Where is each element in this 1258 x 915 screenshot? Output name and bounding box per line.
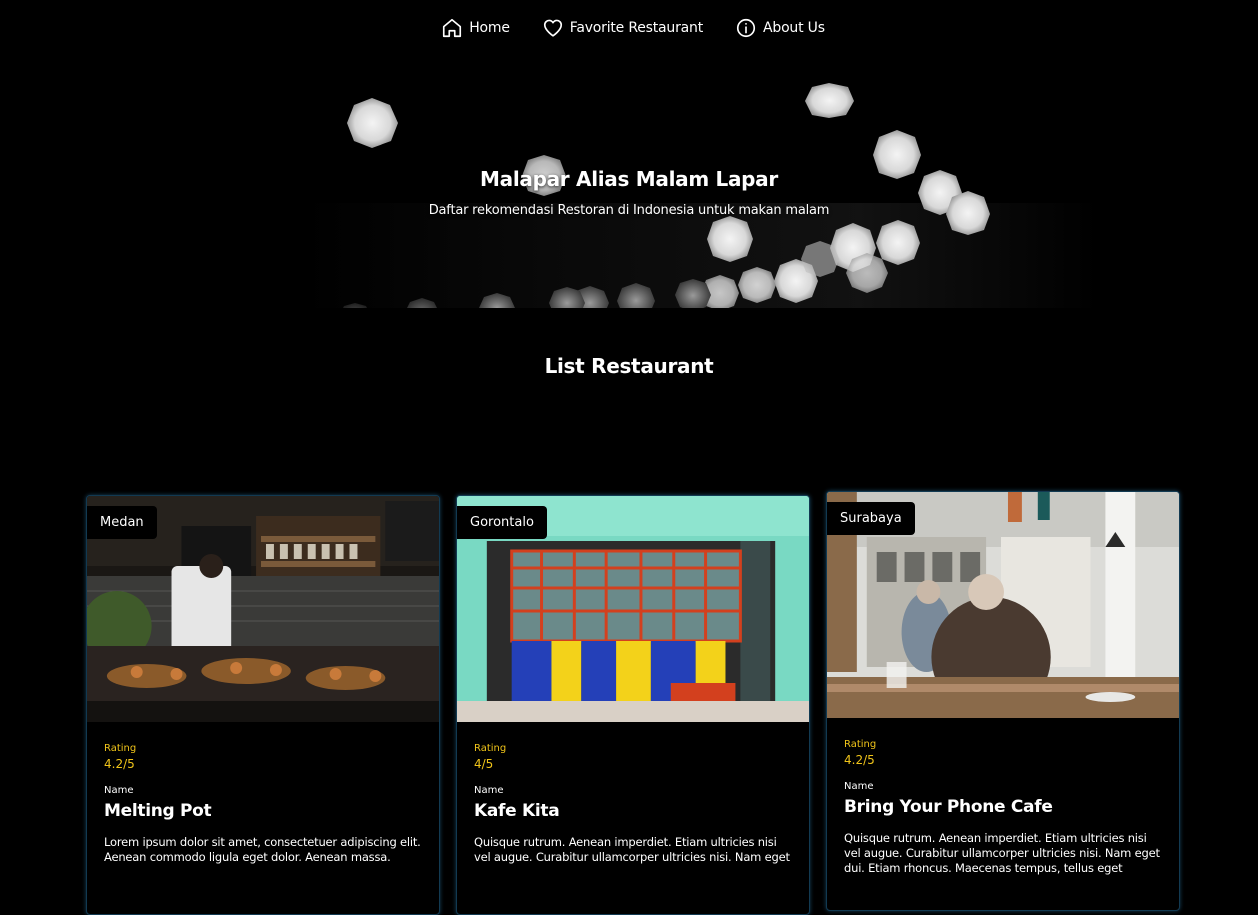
name-label: Name [474,785,504,796]
restaurant-name[interactable]: Kafe Kita [474,801,792,821]
rating-value: 4.2/5 [104,757,135,771]
city-badge: Surabaya [827,502,915,535]
restaurant-name[interactable]: Melting Pot [104,801,422,821]
nav-home[interactable]: Home [441,17,510,39]
home-icon [441,17,463,39]
name-label: Name [104,785,134,796]
restaurant-card[interactable]: Medan Rating 4.2/5 Name Melting Pot Lore… [86,495,440,915]
name-label: Name [844,781,874,792]
rating-value: 4/5 [474,757,494,771]
restaurant-description: Quisque rutrum. Aenean imperdiet. Etiam … [844,831,1160,875]
rating-value: 4.2/5 [844,753,875,767]
nav-about[interactable]: About Us [735,17,825,39]
hero-banner: Malapar Alias Malam Lapar Daftar rekomen… [0,83,1258,308]
city-badge: Gorontalo [457,506,547,539]
rating-label: Rating [844,739,877,750]
top-nav: Home Favorite Restaurant About Us [0,0,1258,56]
nav-home-label: Home [469,20,510,36]
restaurant-name[interactable]: Bring Your Phone Cafe [844,797,1162,817]
nav-favorite[interactable]: Favorite Restaurant [542,17,703,39]
heart-icon [542,17,564,39]
nav-favorite-label: Favorite Restaurant [569,20,703,36]
rating-label: Rating [104,743,137,754]
restaurant-description: Quisque rutrum. Aenean imperdiet. Etiam … [474,835,790,864]
info-icon [735,17,757,39]
city-badge: Medan [87,506,157,539]
rating-label: Rating [474,743,507,754]
list-title: List Restaurant [544,354,714,378]
restaurant-card[interactable]: Surabaya Rating 4.2/5 Name Bring Your Ph… [826,491,1180,911]
restaurant-description: Lorem ipsum dolor sit amet, consectetuer… [104,835,421,864]
nav-about-label: About Us [763,20,825,36]
hero-subtitle: Daftar rekomendasi Restoran di Indonesia… [428,203,830,218]
restaurant-card[interactable]: Gorontalo Rating 4/5 Name Kafe Kita Quis… [456,495,810,915]
hero-title: Malapar Alias Malam Lapar [480,167,778,191]
